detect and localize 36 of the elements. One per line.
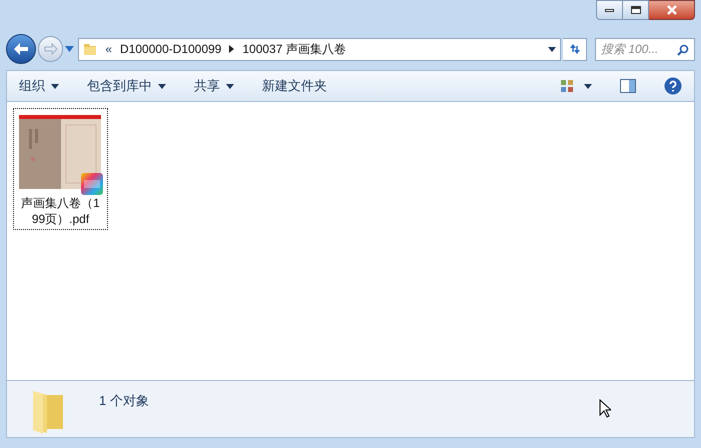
help-icon[interactable] — [664, 77, 682, 95]
address-overflow[interactable]: « — [105, 40, 112, 58]
caret-icon — [158, 84, 166, 88]
file-name: 声画集八卷（199页）.pdf — [20, 195, 101, 227]
recent-pages-caret-icon — [65, 46, 74, 52]
forward-arrow-icon — [44, 43, 58, 55]
back-arrow-icon — [12, 42, 29, 56]
status-text: 1 个对象 — [99, 392, 149, 410]
toolbar-menu[interactable]: 共享 — [194, 76, 234, 96]
minimize-button[interactable] — [596, 0, 623, 20]
search-icon — [677, 44, 689, 56]
view-grid-icon — [560, 79, 574, 93]
refresh-icon — [568, 43, 582, 55]
toolbar-menu[interactable]: 包含到库中 — [87, 76, 166, 96]
caret-icon — [584, 84, 592, 88]
close-icon — [666, 5, 678, 15]
search-field[interactable]: 搜索 100... — [595, 38, 695, 60]
view-options-button[interactable] — [560, 79, 592, 93]
maximize-button[interactable] — [623, 0, 649, 20]
toolbar-menu[interactable]: 新建文件夹 — [262, 76, 327, 96]
caret-icon — [226, 84, 234, 88]
file-item[interactable]: 声画集八卷（199页）.pdf — [13, 108, 108, 230]
toolbar-menu[interactable]: 组织 — [19, 76, 59, 96]
refresh-button[interactable] — [563, 38, 587, 60]
caret-icon — [548, 46, 556, 52]
mouse-cursor-icon — [599, 399, 611, 418]
breadcrumb[interactable]: 100037 声画集八卷 — [242, 40, 346, 58]
preview-pane-icon[interactable] — [620, 79, 636, 93]
caret-icon — [51, 84, 59, 88]
breadcrumb[interactable]: D100000-D100099 — [120, 40, 222, 58]
folder-icon — [83, 42, 98, 56]
address-bar[interactable]: « D100000-D100099 100037 声画集八卷 — [78, 38, 562, 60]
breadcrumb-arrow-icon — [229, 45, 234, 53]
back-button[interactable] — [6, 34, 36, 64]
close-button[interactable] — [649, 0, 695, 20]
pdf-badge-icon — [80, 173, 102, 195]
